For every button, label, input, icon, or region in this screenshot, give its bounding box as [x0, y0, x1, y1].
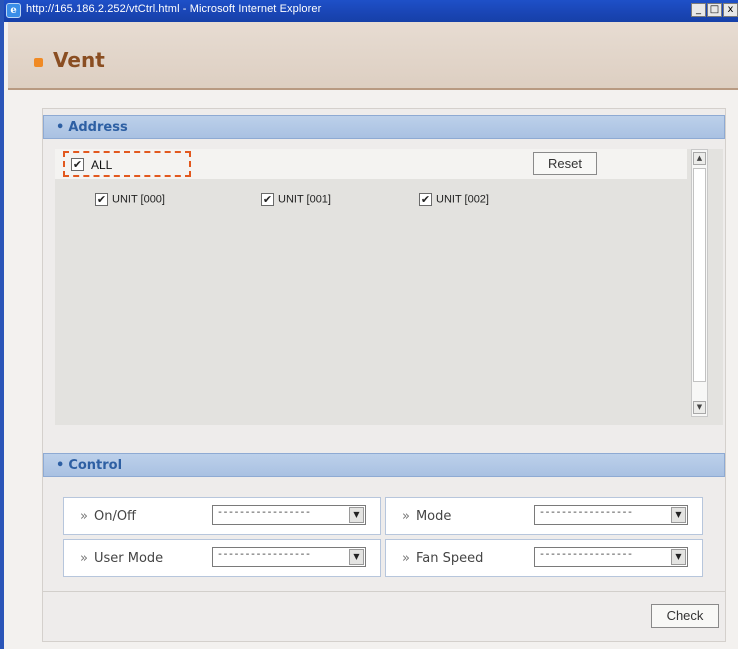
control-section-label: Control	[56, 458, 122, 473]
address-section-header: Address	[43, 115, 725, 139]
internet-explorer-icon: e	[6, 3, 21, 18]
chevron-down-icon[interactable]: ▼	[671, 549, 686, 565]
unit-001-label: UNIT [001]	[278, 193, 331, 206]
bullet-square-icon	[34, 58, 43, 67]
mode-row: Mode ----------------- ▼	[385, 497, 703, 535]
user-mode-select[interactable]: ----------------- ▼	[212, 547, 366, 567]
unit-000-label: UNIT [000]	[112, 193, 165, 206]
fan-speed-value: -----------------	[539, 550, 633, 561]
on-off-select[interactable]: ----------------- ▼	[212, 505, 366, 525]
close-icon[interactable]: x	[723, 3, 738, 17]
control-section-header: Control	[43, 453, 725, 477]
user-mode-row: User Mode ----------------- ▼	[63, 539, 381, 577]
on-off-label: On/Off	[80, 509, 136, 524]
unit-001-checkbox[interactable]: ✔	[261, 193, 274, 206]
all-checkbox[interactable]: ✔	[71, 158, 84, 171]
address-toolbar: ✔ ALL Reset	[55, 149, 687, 179]
chevron-down-icon[interactable]: ▼	[349, 549, 364, 565]
on-off-value: -----------------	[217, 508, 311, 519]
address-list: ✔ ALL Reset ✔ UNIT [000] ✔ UNIT [001] ✔ UNI…	[55, 149, 723, 425]
mode-select[interactable]: ----------------- ▼	[534, 505, 688, 525]
all-checkbox-focus[interactable]: ✔ ALL	[63, 151, 191, 177]
address-section-label: Address	[56, 120, 127, 135]
all-label: ALL	[91, 158, 113, 172]
unit-002-label: UNIT [002]	[436, 193, 489, 206]
browser-window: e http://165.186.2.252/vtCtrl.html - Mic…	[0, 0, 738, 649]
page-header: Vent	[8, 22, 738, 90]
unit-checkbox-002[interactable]: ✔ UNIT [002]	[419, 193, 489, 206]
mode-value: -----------------	[539, 508, 633, 519]
scroll-down-icon[interactable]: ▼	[693, 401, 706, 414]
check-button[interactable]: Check	[651, 604, 719, 628]
unit-checkbox-001[interactable]: ✔ UNIT [001]	[261, 193, 331, 206]
minimize-icon[interactable]: _	[691, 3, 706, 17]
window-title: http://165.186.2.252/vtCtrl.html - Micro…	[26, 3, 322, 15]
mode-label: Mode	[402, 509, 451, 524]
user-mode-value: -----------------	[217, 550, 311, 561]
unit-002-checkbox[interactable]: ✔	[419, 193, 432, 206]
main-panel: Address ✔ ALL Reset ✔ UNIT [000] ✔ UNIT [0…	[42, 108, 726, 642]
on-off-row: On/Off ----------------- ▼	[63, 497, 381, 535]
address-scrollbar[interactable]: ▲ ▼	[691, 149, 708, 417]
fan-speed-label: Fan Speed	[402, 551, 483, 566]
scroll-thumb[interactable]	[693, 168, 706, 382]
divider	[43, 591, 725, 592]
maximize-icon[interactable]: □	[707, 3, 722, 17]
unit-checkbox-000[interactable]: ✔ UNIT [000]	[95, 193, 165, 206]
unit-000-checkbox[interactable]: ✔	[95, 193, 108, 206]
control-grid: On/Off ----------------- ▼ Mode --------…	[63, 497, 703, 581]
title-bar: e http://165.186.2.252/vtCtrl.html - Mic…	[4, 0, 738, 22]
fan-speed-select[interactable]: ----------------- ▼	[534, 547, 688, 567]
fan-speed-row: Fan Speed ----------------- ▼	[385, 539, 703, 577]
reset-button[interactable]: Reset	[533, 152, 597, 175]
window-controls: _ □ x	[691, 3, 738, 17]
scroll-up-icon[interactable]: ▲	[693, 152, 706, 165]
chevron-down-icon[interactable]: ▼	[671, 507, 686, 523]
user-mode-label: User Mode	[80, 551, 163, 566]
chevron-down-icon[interactable]: ▼	[349, 507, 364, 523]
page-title: Vent	[53, 48, 105, 72]
